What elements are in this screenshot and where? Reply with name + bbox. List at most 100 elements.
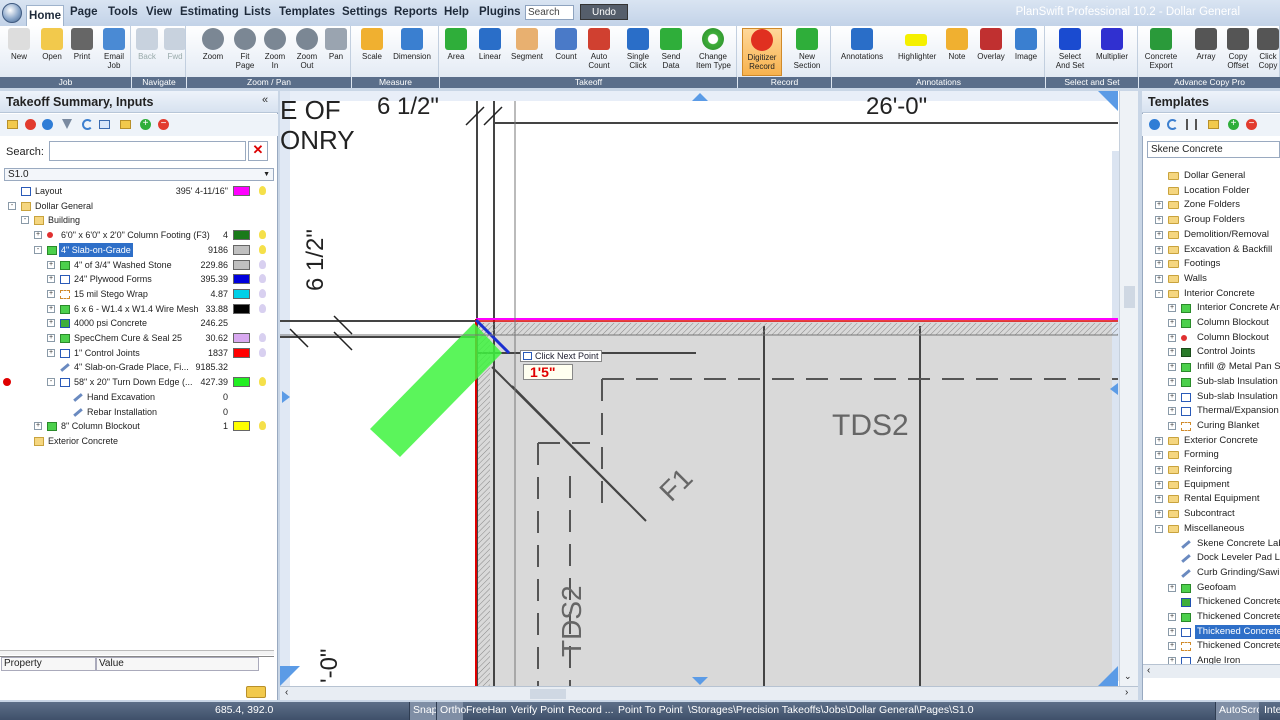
freehand-toggle[interactable]: FreeHand xyxy=(466,704,506,716)
takeoff-tree-item[interactable]: +4" of 3/4" Washed Stone 229.86 xyxy=(0,258,274,273)
color-swatch[interactable] xyxy=(233,377,250,388)
expand-icon[interactable]: + xyxy=(1155,466,1163,474)
color-swatch[interactable] xyxy=(233,421,250,432)
expand-icon[interactable]: + xyxy=(1168,392,1176,401)
template-tree-item[interactable]: + Equipment xyxy=(1143,478,1280,493)
remove-icon[interactable]: − xyxy=(1246,119,1257,130)
scroll-right-icon[interactable]: › xyxy=(1125,687,1128,698)
page-select[interactable]: S1.0 ▼ xyxy=(4,168,274,181)
takeoff-tree-item[interactable]: - 4" Slab-on-Grade 9186 xyxy=(0,242,274,258)
takeoff-tree-item[interactable]: +6'0" x 6'0" x 2'0" Column Footing (F3) 4 xyxy=(0,228,274,243)
expand-icon[interactable]: + xyxy=(1168,333,1176,342)
search-input[interactable] xyxy=(525,5,574,20)
collapse-icon[interactable] xyxy=(1186,119,1197,130)
ortho-toggle[interactable]: Ortho xyxy=(436,702,466,720)
color-swatch[interactable] xyxy=(233,288,250,299)
template-tree-item[interactable]: + Exterior Concrete xyxy=(1143,434,1280,449)
template-tree-item[interactable]: Curb Grinding/Sawin xyxy=(1143,566,1280,581)
expand-icon[interactable]: + xyxy=(1155,260,1163,269)
template-tree-item[interactable]: + Footings xyxy=(1143,257,1280,272)
takeoff-tree-item[interactable]: +15 mil Stego Wrap 4.87 xyxy=(0,287,274,302)
expand-icon[interactable]: + xyxy=(34,422,42,431)
folder-icon[interactable] xyxy=(120,120,131,129)
visibility-bulb-icon[interactable] xyxy=(259,333,266,342)
takeoff-tree-item[interactable]: +1" Control Joints 1837 xyxy=(0,346,274,361)
template-tree-item[interactable]: + Excavation & Backfill xyxy=(1143,243,1280,258)
menu-home[interactable]: Home xyxy=(26,5,64,26)
color-swatch[interactable] xyxy=(233,186,250,196)
expand-icon[interactable]: + xyxy=(34,231,42,240)
clear-search-icon[interactable]: ✕ xyxy=(248,141,268,161)
gear-icon[interactable] xyxy=(1149,119,1160,130)
template-tree-item[interactable]: + Control Joints xyxy=(1143,345,1280,360)
grid-icon[interactable] xyxy=(99,120,110,129)
expand-icon[interactable]: + xyxy=(1168,377,1176,386)
template-tree-item[interactable]: + Sub-slab Insulation xyxy=(1143,390,1280,405)
expand-icon[interactable]: + xyxy=(1155,451,1163,460)
expand-icon[interactable]: + xyxy=(1168,421,1176,430)
snap-toggle[interactable]: Snap xyxy=(409,702,438,720)
menu-help[interactable]: Help xyxy=(444,6,469,18)
collapse-panel-icon[interactable]: « xyxy=(262,94,268,106)
expand-icon[interactable]: + xyxy=(1155,274,1163,283)
takeoff-tree-item[interactable]: Exterior Concrete xyxy=(0,434,274,449)
expand-icon[interactable]: + xyxy=(1155,510,1163,519)
takeoff-tree-item[interactable]: - Dollar General xyxy=(0,199,274,214)
folder-icon[interactable] xyxy=(1208,120,1219,129)
scroll-thumb[interactable] xyxy=(530,689,566,699)
takeoff-tree-item[interactable]: 4" Slab-on-Grade Place, Fi... 9185.32 xyxy=(0,360,274,375)
autoscroll-toggle[interactable]: AutoScroll xyxy=(1215,702,1259,720)
takeoff-tree-item[interactable]: - Building xyxy=(0,213,274,228)
takeoff-tree-item[interactable]: - 58" x 20" Turn Down Edge (... 427.39 xyxy=(0,375,274,390)
template-tree-item[interactable]: - Miscellaneous xyxy=(1143,522,1280,537)
template-tree-item[interactable]: + Column Blockout xyxy=(1143,331,1280,346)
menu-reports[interactable]: Reports xyxy=(394,6,437,18)
template-tree-item[interactable]: + Group Folders xyxy=(1143,213,1280,228)
template-tree-item[interactable]: + Thickened Concrete xyxy=(1143,624,1280,640)
template-tree-item[interactable]: Dollar General xyxy=(1143,169,1280,184)
menu-tools[interactable]: Tools xyxy=(108,6,138,18)
template-tree-item[interactable]: + Thickened Concrete xyxy=(1143,639,1280,654)
remove-icon[interactable]: − xyxy=(158,119,169,130)
takeoff-tree-item[interactable]: Rebar Installation 0 xyxy=(0,405,274,420)
expand-icon[interactable]: + xyxy=(1168,583,1176,592)
refresh-icon[interactable] xyxy=(82,119,93,130)
template-tree-item[interactable]: + Curing Blanket xyxy=(1143,419,1280,434)
horizontal-scrollbar[interactable]: ‹ › xyxy=(280,686,1138,700)
expand-icon[interactable]: + xyxy=(47,275,55,284)
color-swatch[interactable] xyxy=(233,303,250,314)
settings-icon[interactable] xyxy=(246,686,266,698)
templates-hscrollbar[interactable]: ‹ xyxy=(1143,664,1280,678)
expand-icon[interactable]: + xyxy=(1168,319,1176,327)
expand-icon[interactable]: + xyxy=(1168,407,1176,416)
plan-drawing[interactable] xyxy=(280,91,1138,686)
template-tree-item[interactable]: + Interior Concrete Are xyxy=(1143,301,1280,316)
collapse-icon[interactable]: - xyxy=(1155,289,1163,298)
menu-settings[interactable]: Settings xyxy=(342,6,387,18)
color-swatch[interactable] xyxy=(233,274,250,285)
visibility-bulb-icon[interactable] xyxy=(259,347,266,357)
color-swatch[interactable] xyxy=(233,259,250,270)
expand-icon[interactable]: + xyxy=(1168,627,1176,636)
splitter[interactable] xyxy=(0,650,274,655)
scroll-thumb[interactable] xyxy=(1124,286,1135,308)
point-to-point-mode[interactable]: Point To Point xyxy=(618,704,683,716)
template-tree-item[interactable]: + Geofoam xyxy=(1143,581,1280,596)
template-tree-item[interactable]: + Zone Folders xyxy=(1143,198,1280,213)
scroll-left-icon[interactable]: ‹ xyxy=(1147,665,1150,676)
color-swatch[interactable] xyxy=(233,347,250,358)
expand-icon[interactable]: + xyxy=(47,260,55,269)
menu-lists[interactable]: Lists xyxy=(244,6,271,18)
visibility-bulb-icon[interactable] xyxy=(259,244,266,254)
collapse-icon[interactable]: - xyxy=(1155,524,1163,533)
expand-icon[interactable]: + xyxy=(1168,613,1176,621)
filter-icon[interactable] xyxy=(62,119,72,129)
visibility-bulb-icon[interactable] xyxy=(259,288,266,298)
menu-page[interactable]: Page xyxy=(70,6,98,18)
template-tree-item[interactable]: + Thermal/Expansion xyxy=(1143,404,1280,419)
expand-icon[interactable]: + xyxy=(47,348,55,357)
add-icon[interactable]: + xyxy=(140,119,151,130)
app-menu-button[interactable] xyxy=(2,3,22,23)
takeoff-tree-item[interactable]: Hand Excavation 0 xyxy=(0,390,274,405)
visibility-bulb-icon[interactable] xyxy=(259,186,266,195)
